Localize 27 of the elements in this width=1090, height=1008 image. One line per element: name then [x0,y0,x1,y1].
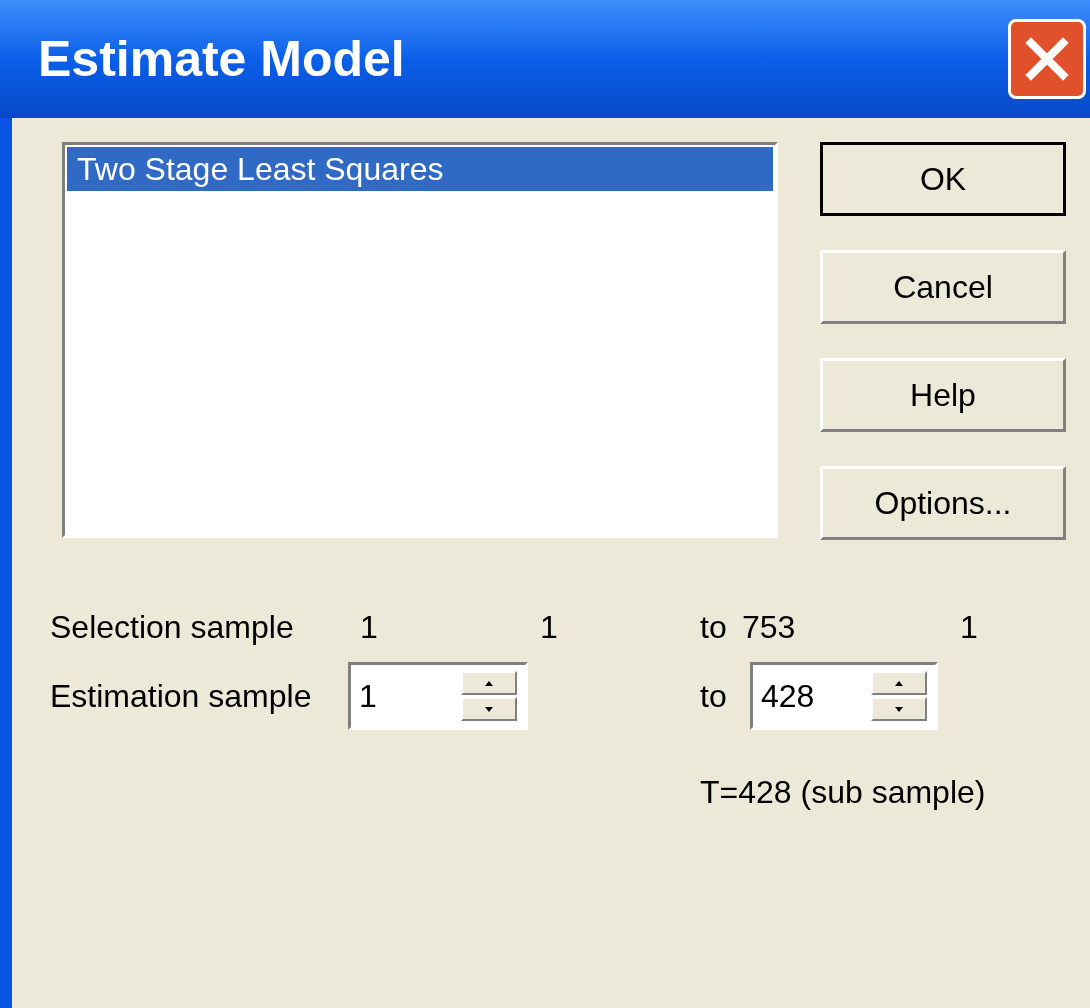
close-button[interactable] [1008,19,1086,99]
estimation-sample-label: Estimation sample [50,677,313,716]
sample-summary: T=428 (sub sample) [700,773,987,812]
close-icon [1025,37,1069,81]
list-item[interactable]: Two Stage Least Squares [67,147,773,191]
dialog-button[interactable]: Cancel [820,250,1066,324]
selection-end: 753 [742,608,797,647]
dialog-button[interactable]: Help [820,358,1066,432]
spin-down-button[interactable] [871,697,927,721]
to-label: to [700,608,728,647]
down-arrow-icon [485,706,493,712]
up-arrow-icon [485,680,493,686]
spin-field[interactable]: 1 [348,662,528,730]
dialog-button[interactable]: Options... [820,466,1066,540]
selection-start-value: 1 [540,608,559,647]
selection-end-value: 1 [960,608,978,647]
window-title: Estimate Model [38,34,405,84]
selection-sample-label: Selection sample [50,608,295,647]
up-arrow-icon [895,680,903,686]
down-arrow-icon [895,706,903,712]
spin-up-button[interactable] [871,671,927,695]
spin-down-button[interactable] [461,697,517,721]
selection-start: 1 [360,608,379,647]
spin-field[interactable]: 428 [750,662,938,730]
dialog-button[interactable]: OK [820,142,1066,216]
spin-up-button[interactable] [461,671,517,695]
to-label: to [700,677,728,716]
